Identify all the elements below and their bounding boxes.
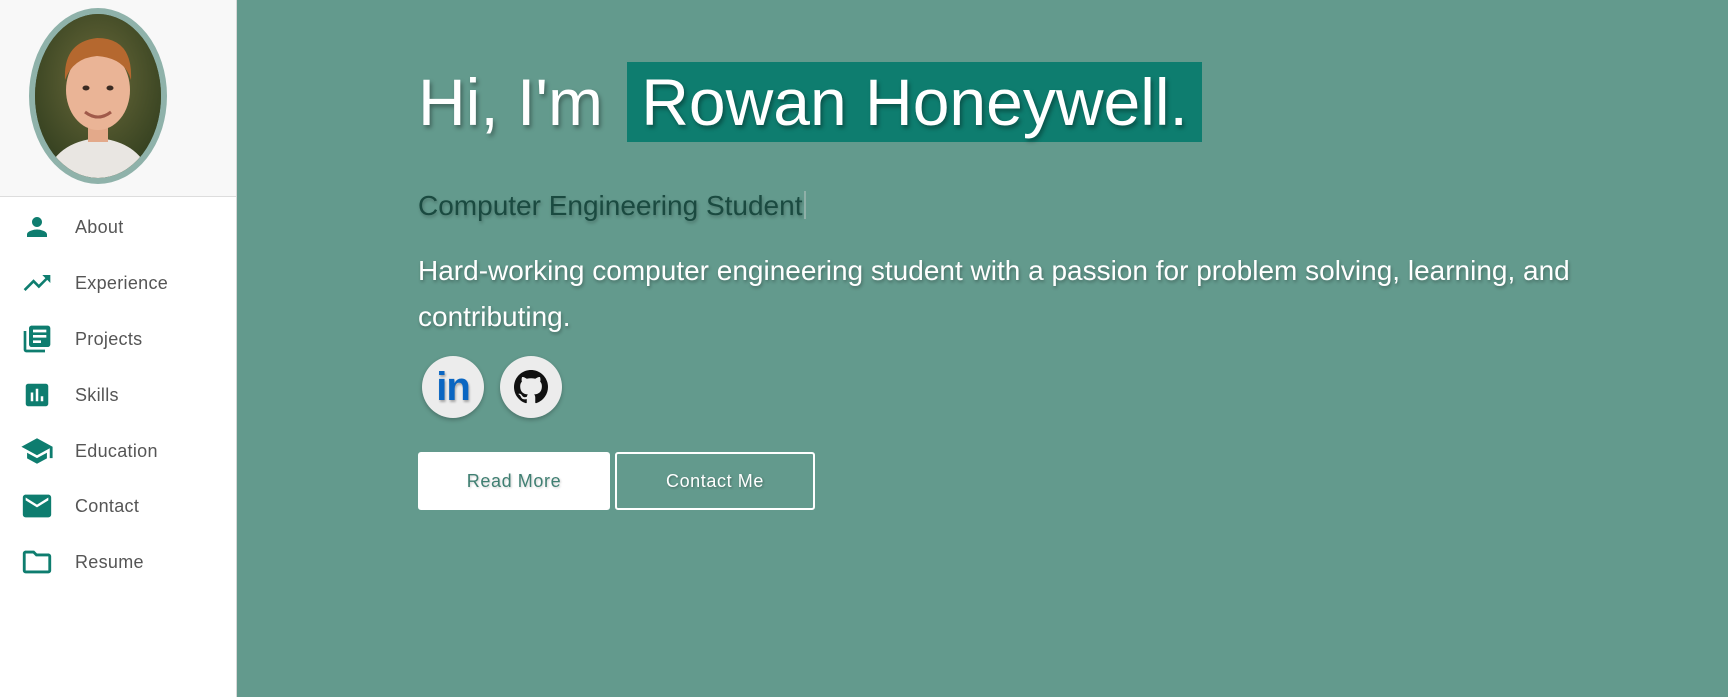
- trending-up-icon: [20, 266, 54, 300]
- hero-section: Hi, I'm Rowan Honeywell. Computer Engine…: [238, 0, 1728, 697]
- profile-header: [0, 0, 236, 197]
- contact-me-button[interactable]: Contact Me: [615, 452, 815, 510]
- sidebar-item-experience[interactable]: Experience: [0, 261, 236, 305]
- linkedin-button[interactable]: in: [422, 356, 484, 418]
- school-icon: [20, 434, 54, 468]
- person-icon: [20, 210, 54, 244]
- greeting-text: Hi, I'm: [418, 65, 603, 139]
- read-more-button[interactable]: Read More: [418, 452, 610, 510]
- sidebar-item-label: About: [75, 216, 124, 237]
- sidebar-item-label: Skills: [75, 384, 119, 405]
- folder-icon: [20, 545, 54, 579]
- mail-icon: [20, 489, 54, 523]
- bio-text: Hard-working computer engineering studen…: [418, 255, 1570, 332]
- sidebar-item-contact[interactable]: Contact: [0, 484, 236, 528]
- hero-headline: Hi, I'm Rowan Honeywell.: [418, 62, 1202, 142]
- role-subtitle: Computer Engineering Student: [418, 190, 807, 222]
- sidebar-item-education[interactable]: Education: [0, 429, 236, 473]
- linkedin-icon: in: [436, 364, 471, 409]
- sidebar-item-label: Resume: [75, 551, 144, 572]
- sidebar-item-label: Contact: [75, 495, 140, 516]
- sidebar-item-about[interactable]: About: [0, 205, 236, 249]
- sidebar-item-label: Projects: [75, 328, 143, 349]
- typing-cursor: [804, 191, 807, 219]
- sidebar-item-label: Education: [75, 440, 158, 461]
- sidebar-item-skills[interactable]: Skills: [0, 373, 236, 417]
- name-highlight: Rowan Honeywell.: [627, 62, 1202, 142]
- sidebar-item-projects[interactable]: Projects: [0, 317, 236, 361]
- avatar: [29, 8, 167, 184]
- role-text: Computer Engineering Student: [418, 190, 803, 221]
- bar-chart-icon: [20, 378, 54, 412]
- github-icon: [514, 370, 548, 404]
- github-button[interactable]: [500, 356, 562, 418]
- sidebar-item-resume[interactable]: Resume: [0, 540, 236, 584]
- sidebar-item-label: Experience: [75, 272, 169, 293]
- library-books-icon: [20, 322, 54, 356]
- sidebar: About Experience Projects Skills Educati…: [0, 0, 237, 697]
